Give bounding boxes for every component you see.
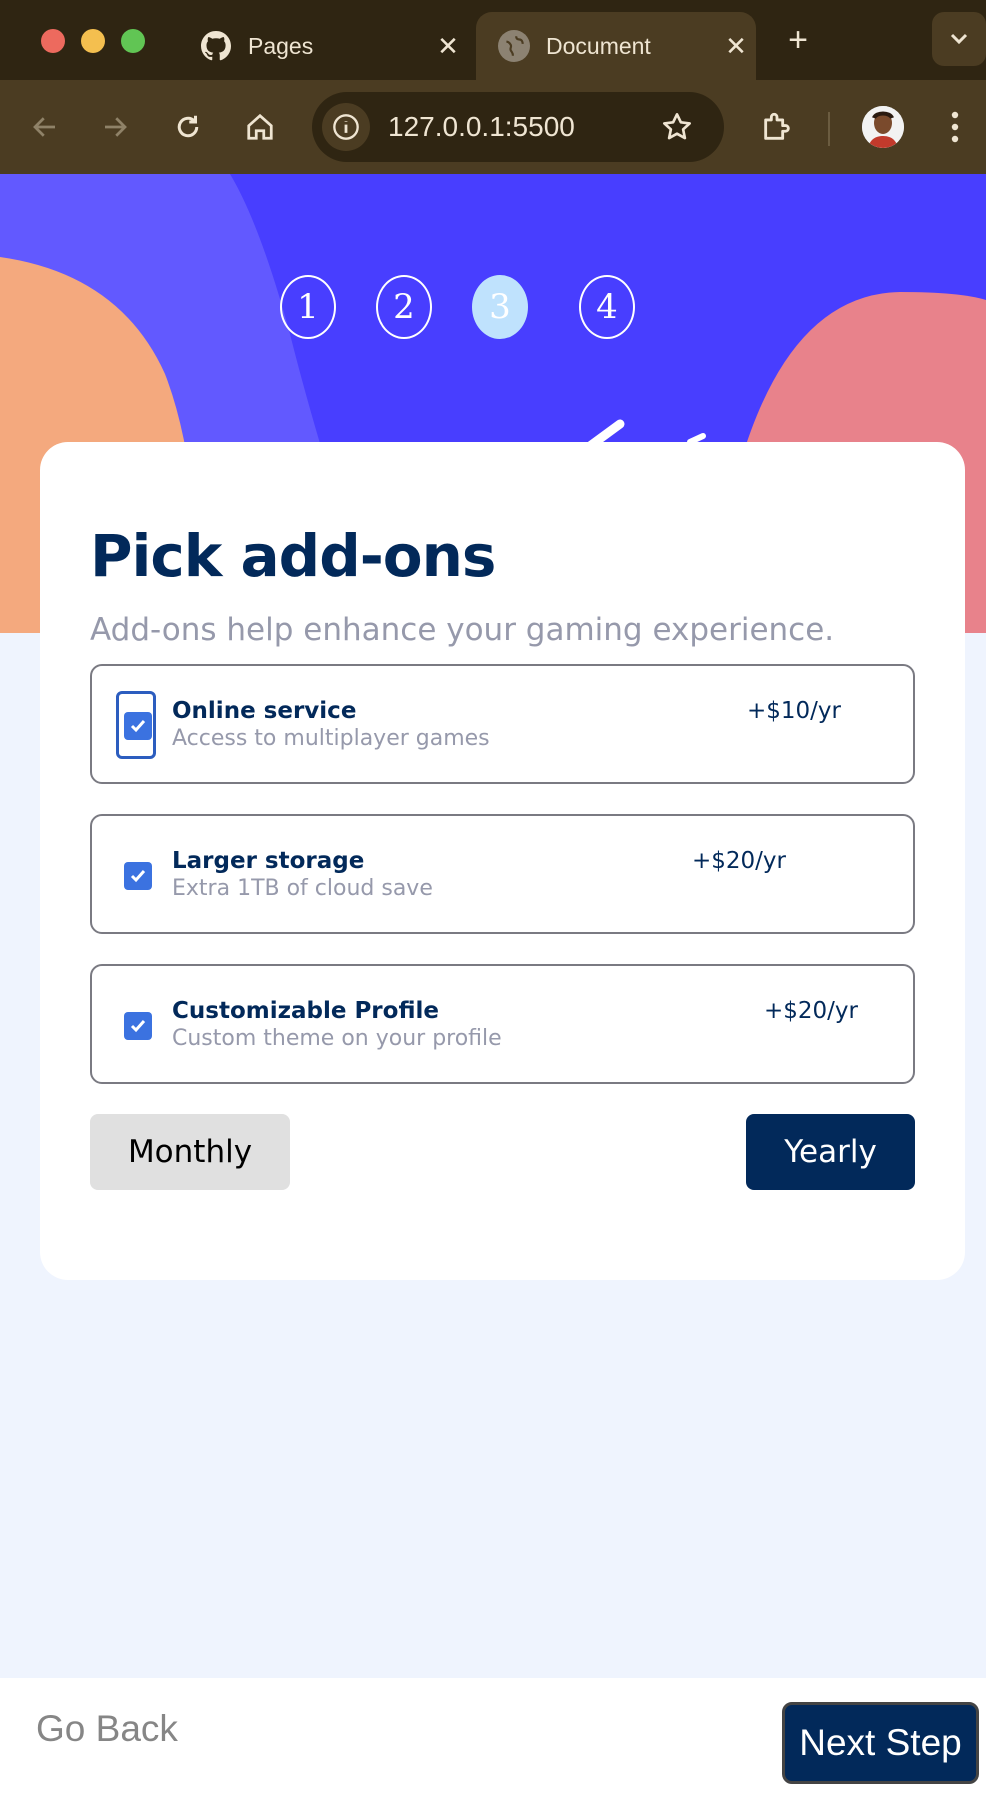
monthly-button[interactable]: Monthly	[90, 1114, 290, 1190]
addon-name: Larger storage	[172, 848, 365, 874]
tab-label: Document	[546, 32, 651, 59]
addon-checkbox[interactable]	[124, 862, 152, 890]
addon-online-service[interactable]: Online service Access to multiplayer gam…	[90, 664, 915, 784]
arrow-right-icon	[105, 117, 127, 137]
more-vertical-icon	[951, 111, 959, 143]
toolbar-separator	[828, 112, 830, 146]
github-icon	[200, 30, 232, 62]
url-text[interactable]: 127.0.0.1:5500	[388, 111, 652, 143]
tab-pages[interactable]: Pages ✕	[178, 12, 468, 80]
addon-name: Customizable Profile	[172, 998, 439, 1024]
browser-toolbar: 127.0.0.1:5500	[0, 80, 986, 174]
bookmark-star-icon[interactable]	[652, 111, 702, 143]
footer-bar: Go Back Next Step	[0, 1678, 986, 1800]
home-button[interactable]	[235, 102, 285, 152]
step-2[interactable]: 2	[376, 275, 432, 339]
page-subtitle: Add-ons help enhance your gaming experie…	[90, 612, 835, 648]
addon-checkbox[interactable]	[124, 1012, 152, 1040]
reload-button[interactable]	[163, 102, 213, 152]
addon-name: Online service	[172, 698, 357, 724]
page-viewport: 1 2 3 4 Pick add-ons Add-ons help enhanc…	[0, 174, 986, 1800]
close-tab-icon[interactable]: ✕	[428, 31, 468, 62]
checkmark-icon	[130, 720, 146, 733]
tab-document[interactable]: Document ✕	[476, 12, 756, 80]
page-title: Pick add-ons	[90, 522, 496, 590]
addon-description: Extra 1TB of cloud save	[172, 876, 433, 901]
addon-price: +$10/yr	[747, 698, 841, 724]
checkmark-icon	[130, 1020, 146, 1033]
home-icon	[247, 113, 273, 140]
arrow-left-icon	[33, 117, 55, 137]
maximize-window-button[interactable]	[121, 29, 145, 53]
minimize-window-button[interactable]	[81, 29, 105, 53]
tab-search-button[interactable]	[932, 12, 986, 66]
step-1[interactable]: 1	[280, 275, 336, 339]
step-3-active[interactable]: 3	[472, 275, 528, 339]
next-step-button[interactable]: Next Step	[782, 1702, 979, 1784]
checkmark-icon	[130, 870, 146, 883]
yearly-button[interactable]: Yearly	[746, 1114, 915, 1190]
extensions-button[interactable]	[752, 102, 802, 152]
browser-tab-bar: Pages ✕ Document ✕ +	[0, 0, 986, 80]
addon-description: Access to multiplayer games	[172, 726, 490, 751]
step-4[interactable]: 4	[579, 275, 635, 339]
new-tab-button[interactable]: +	[778, 20, 818, 60]
globe-icon	[498, 30, 530, 62]
step-indicator: 1 2 3 4	[0, 275, 986, 341]
addon-larger-storage[interactable]: Larger storage Extra 1TB of cloud save +…	[90, 814, 915, 934]
info-icon[interactable]	[322, 103, 370, 151]
addon-price: +$20/yr	[692, 848, 786, 874]
reload-icon	[177, 115, 199, 138]
chevron-down-icon	[950, 33, 968, 45]
addon-description: Custom theme on your profile	[172, 1026, 502, 1051]
addon-price: +$20/yr	[764, 998, 858, 1024]
forward-button[interactable]	[90, 102, 140, 152]
tab-label: Pages	[248, 32, 314, 59]
puzzle-icon	[764, 112, 790, 140]
back-button[interactable]	[20, 102, 70, 152]
close-window-button[interactable]	[41, 29, 65, 53]
go-back-button[interactable]: Go Back	[36, 1708, 178, 1750]
form-card: Pick add-ons Add-ons help enhance your g…	[40, 442, 965, 1280]
addon-customizable-profile[interactable]: Customizable Profile Custom theme on you…	[90, 964, 915, 1084]
browser-menu-button[interactable]	[930, 102, 980, 152]
profile-avatar[interactable]	[862, 106, 904, 148]
close-tab-icon[interactable]: ✕	[716, 31, 756, 62]
address-bar[interactable]: 127.0.0.1:5500	[312, 92, 724, 162]
addon-checkbox[interactable]	[124, 712, 152, 740]
